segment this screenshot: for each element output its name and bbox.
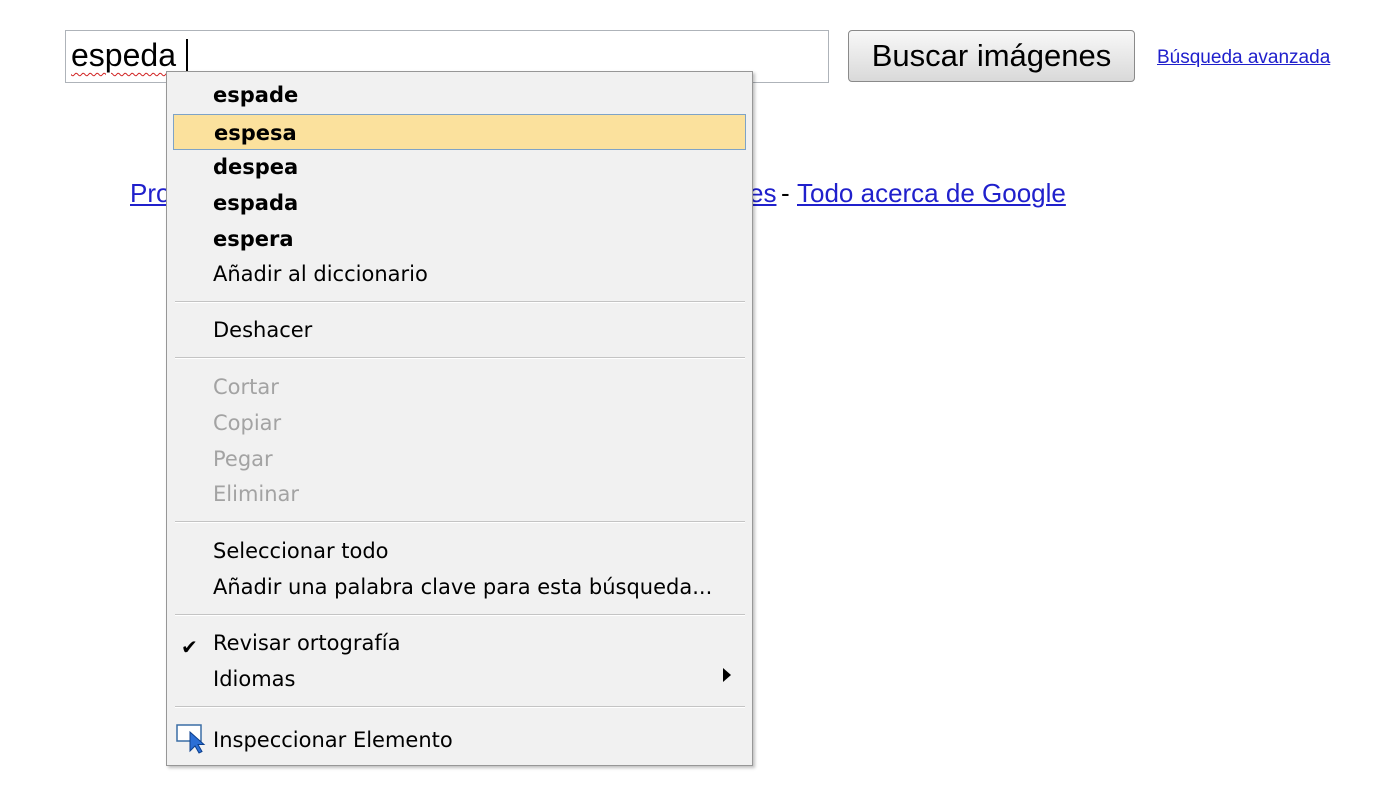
suggestion-item-highlighted[interactable]: espesa	[173, 114, 746, 150]
check-spelling-item[interactable]: Revisar ortografía	[213, 625, 400, 661]
add-to-dictionary-item[interactable]: Añadir al diccionario	[213, 256, 428, 292]
menu-separator	[175, 521, 745, 523]
text-caret	[185, 39, 188, 73]
programs-link-partial[interactable]: Pro	[130, 178, 170, 209]
inspect-element-icon	[176, 724, 206, 754]
suggestion-item[interactable]: espade	[213, 77, 298, 113]
select-all-item[interactable]: Seleccionar todo	[213, 533, 389, 569]
context-menu: espade espesa despea espada espera Añadi…	[166, 71, 753, 766]
inspect-element-item[interactable]: Inspeccionar Elemento	[213, 722, 453, 758]
menu-separator	[175, 357, 745, 359]
about-google-link[interactable]: Todo acerca de Google	[797, 178, 1066, 209]
suggestion-item[interactable]: despea	[213, 149, 298, 185]
copy-item[interactable]: Copiar	[213, 405, 281, 441]
languages-item[interactable]: Idiomas	[213, 661, 295, 697]
checkmark-icon: ✔	[181, 635, 198, 659]
cut-item[interactable]: Cortar	[213, 369, 279, 405]
advanced-search-link[interactable]: Búsqueda avanzada	[1157, 47, 1330, 69]
menu-separator	[175, 614, 745, 616]
undo-item[interactable]: Deshacer	[213, 312, 312, 348]
menu-separator	[175, 706, 745, 708]
business-link-partial[interactable]: es	[749, 178, 776, 209]
search-input-value: espeda	[71, 37, 176, 73]
suggestion-item[interactable]: espada	[213, 185, 298, 221]
add-keyword-item[interactable]: Añadir una palabra clave para esta búsqu…	[213, 569, 712, 605]
link-separator: -	[781, 178, 790, 208]
submenu-arrow-icon	[723, 668, 731, 682]
paste-item[interactable]: Pegar	[213, 441, 273, 477]
search-images-button[interactable]: Buscar imágenes	[848, 30, 1135, 82]
menu-separator	[175, 301, 745, 303]
suggestion-item[interactable]: espera	[213, 221, 294, 257]
delete-item[interactable]: Eliminar	[213, 476, 299, 512]
